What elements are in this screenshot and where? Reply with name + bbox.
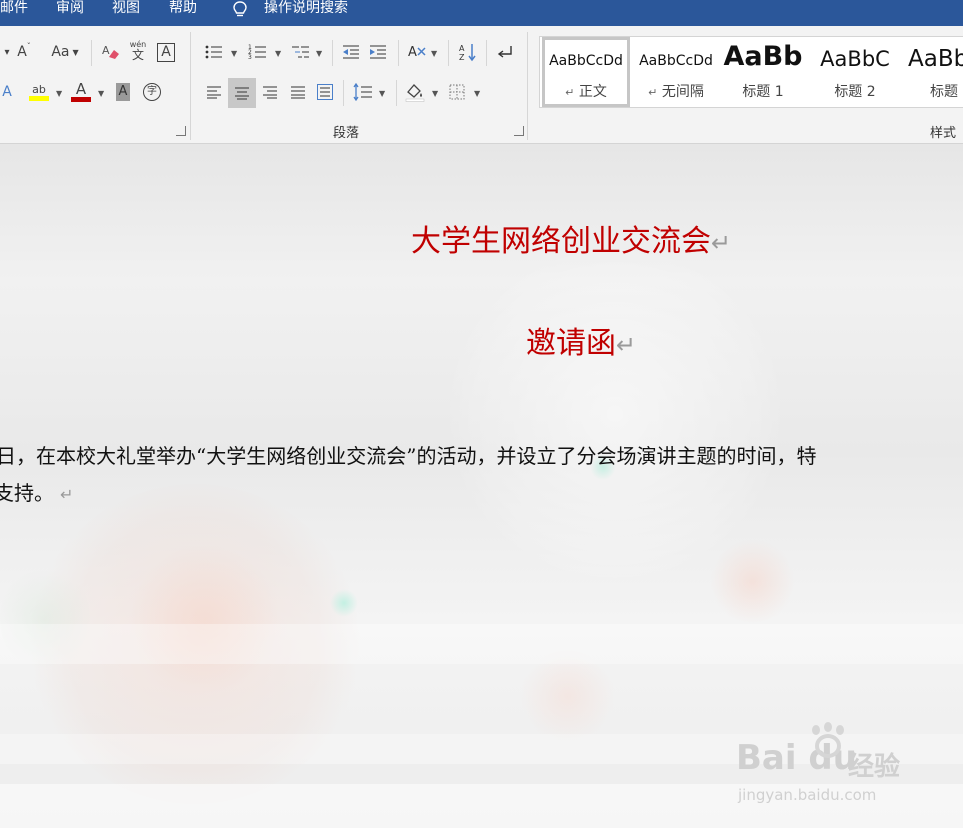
svg-text:A: A bbox=[408, 45, 417, 60]
document-subtitle: 邀请函↵ bbox=[526, 326, 637, 361]
chevron-down-icon[interactable]: ▼ bbox=[275, 49, 281, 58]
body-paragraph-line: 支持。 ↵ bbox=[0, 481, 74, 505]
style-normal[interactable]: AaBbCcDd ↵ 正文 bbox=[542, 37, 630, 107]
paragraph-group-label: 段落 bbox=[333, 126, 360, 141]
svg-text:A: A bbox=[102, 44, 110, 57]
grow-font-button[interactable]: Aˇ bbox=[14, 40, 34, 64]
styles-group-label: 样式 bbox=[930, 126, 957, 141]
borders-icon[interactable] bbox=[445, 80, 469, 104]
tell-me-search[interactable]: 操作说明搜索 bbox=[264, 0, 348, 26]
text-effects-icon[interactable]: A bbox=[0, 80, 14, 104]
menu-bar: 邮件 审阅 视图 帮助 操作说明搜索 bbox=[0, 0, 963, 26]
watermark-jingyan: 经验 bbox=[848, 752, 901, 782]
chevron-down-icon[interactable]: ▼ bbox=[316, 49, 322, 58]
line-spacing-icon[interactable] bbox=[350, 80, 376, 104]
increase-indent-icon[interactable] bbox=[366, 40, 390, 64]
paragraph-dialog-launcher[interactable] bbox=[514, 126, 524, 136]
menu-help[interactable]: 帮助 bbox=[169, 0, 197, 26]
character-shading-button[interactable]: A bbox=[113, 80, 133, 104]
sort-icon[interactable]: AZ bbox=[456, 40, 480, 64]
font-size-dropdown[interactable]: ▾ bbox=[0, 40, 14, 64]
show-marks-icon[interactable] bbox=[493, 40, 517, 64]
paragraph-mark-icon: ↵ bbox=[711, 229, 732, 257]
shading-icon[interactable] bbox=[402, 80, 428, 104]
document-page[interactable]: 大学生网络创业交流会↵ 邀请函↵ 日，在本校大礼堂举办“大学生网络创业交流会”的… bbox=[0, 144, 963, 828]
style-no-spacing[interactable]: AaBbCcDd ↵ 无间隔 bbox=[632, 37, 720, 107]
svg-text:Z: Z bbox=[459, 53, 465, 62]
menu-mailings[interactable]: 邮件 bbox=[0, 0, 28, 26]
chevron-down-icon[interactable]: ▼ bbox=[474, 89, 480, 98]
enclose-characters-button[interactable]: 字 bbox=[141, 80, 163, 104]
paw-icon bbox=[812, 722, 844, 758]
chevron-down-icon[interactable]: ▼ bbox=[379, 89, 385, 98]
style-title[interactable]: AaBb 标题 bbox=[906, 37, 963, 107]
paragraph-mark-icon: ↵ bbox=[60, 485, 74, 504]
chevron-down-icon[interactable]: ▼ bbox=[98, 89, 104, 98]
numbering-icon[interactable]: 123 bbox=[246, 40, 270, 64]
chevron-down-icon[interactable]: ▼ bbox=[431, 49, 437, 58]
menu-view[interactable]: 视图 bbox=[112, 0, 140, 26]
decrease-indent-icon[interactable] bbox=[339, 40, 363, 64]
svg-text:3: 3 bbox=[248, 54, 252, 61]
text-highlight-button[interactable]: ab bbox=[26, 80, 52, 104]
paragraph-mark-icon: ↵ bbox=[616, 331, 637, 359]
font-color-button[interactable]: A bbox=[70, 80, 92, 104]
clear-formatting-icon[interactable]: A bbox=[100, 40, 122, 64]
align-right-icon[interactable] bbox=[258, 80, 282, 104]
distributed-align-icon[interactable] bbox=[313, 80, 337, 104]
chinese-layout-icon[interactable]: A bbox=[405, 40, 429, 64]
paragraph-mark-icon: ↵ bbox=[565, 86, 575, 99]
lightbulb-icon[interactable] bbox=[232, 0, 248, 20]
svg-text:A: A bbox=[459, 44, 465, 53]
styles-gallery: AaBbCcDd ↵ 正文 AaBbCcDd ↵ 无间隔 AaBb 标题 1 A… bbox=[539, 36, 963, 108]
body-paragraph-line: 日，在本校大礼堂举办“大学生网络创业交流会”的活动，并设立了分会场演讲主题的时间… bbox=[0, 444, 817, 468]
font-dialog-launcher[interactable] bbox=[176, 126, 186, 136]
bullets-icon[interactable] bbox=[202, 40, 226, 64]
chevron-down-icon[interactable]: ▼ bbox=[432, 89, 438, 98]
watermark-url: jingyan.baidu.com bbox=[738, 786, 877, 804]
baidu-jingyan-watermark: Bai du 经验 jingyan.baidu.com bbox=[736, 718, 916, 810]
phonetic-guide-button[interactable]: wén 文 bbox=[127, 38, 149, 62]
align-center-icon[interactable] bbox=[228, 78, 256, 108]
style-heading-2[interactable]: AaBbC 标题 2 bbox=[812, 37, 898, 107]
align-left-icon[interactable] bbox=[202, 80, 226, 104]
paragraph-mark-icon: ↵ bbox=[648, 86, 658, 99]
chevron-down-icon[interactable]: ▼ bbox=[231, 49, 237, 58]
document-title: 大学生网络创业交流会↵ bbox=[411, 224, 732, 259]
justify-icon[interactable] bbox=[286, 80, 310, 104]
multilevel-list-icon[interactable] bbox=[289, 40, 313, 64]
menu-review[interactable]: 审阅 bbox=[56, 0, 84, 26]
chevron-down-icon[interactable]: ▼ bbox=[56, 89, 62, 98]
character-border-button[interactable]: A bbox=[155, 40, 177, 64]
change-case-button[interactable]: Aa ▼ bbox=[48, 40, 82, 64]
style-heading-1[interactable]: AaBb 标题 1 bbox=[722, 37, 804, 107]
